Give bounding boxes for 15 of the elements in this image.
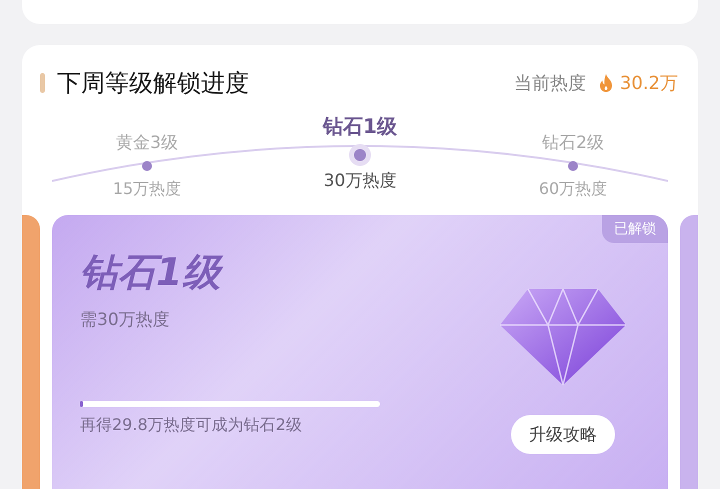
requirement-text: 需30万热度 [80,309,171,331]
heat-label: 当前热度 [514,72,586,95]
accent-bar [40,73,45,93]
diamond-icon [498,287,628,387]
level-heat: 15万热度 [112,179,182,200]
level-heat: 30万热度 [324,170,396,192]
level-title: 钻石1级 [80,247,498,298]
flame-icon [598,73,614,93]
section-title: 下周等级解锁进度 [57,68,249,99]
hint-text: 再得29.8万热度可成为钻石2级 [80,415,303,436]
unlocked-badge: 已解锁 [602,215,668,243]
heat-value: 30.2万 [620,72,678,95]
level-name[interactable]: 钻石1级 [323,113,397,141]
upgrade-guide-button[interactable]: 升级攻略 [511,415,615,454]
level-heat: 60万热度 [538,179,608,200]
